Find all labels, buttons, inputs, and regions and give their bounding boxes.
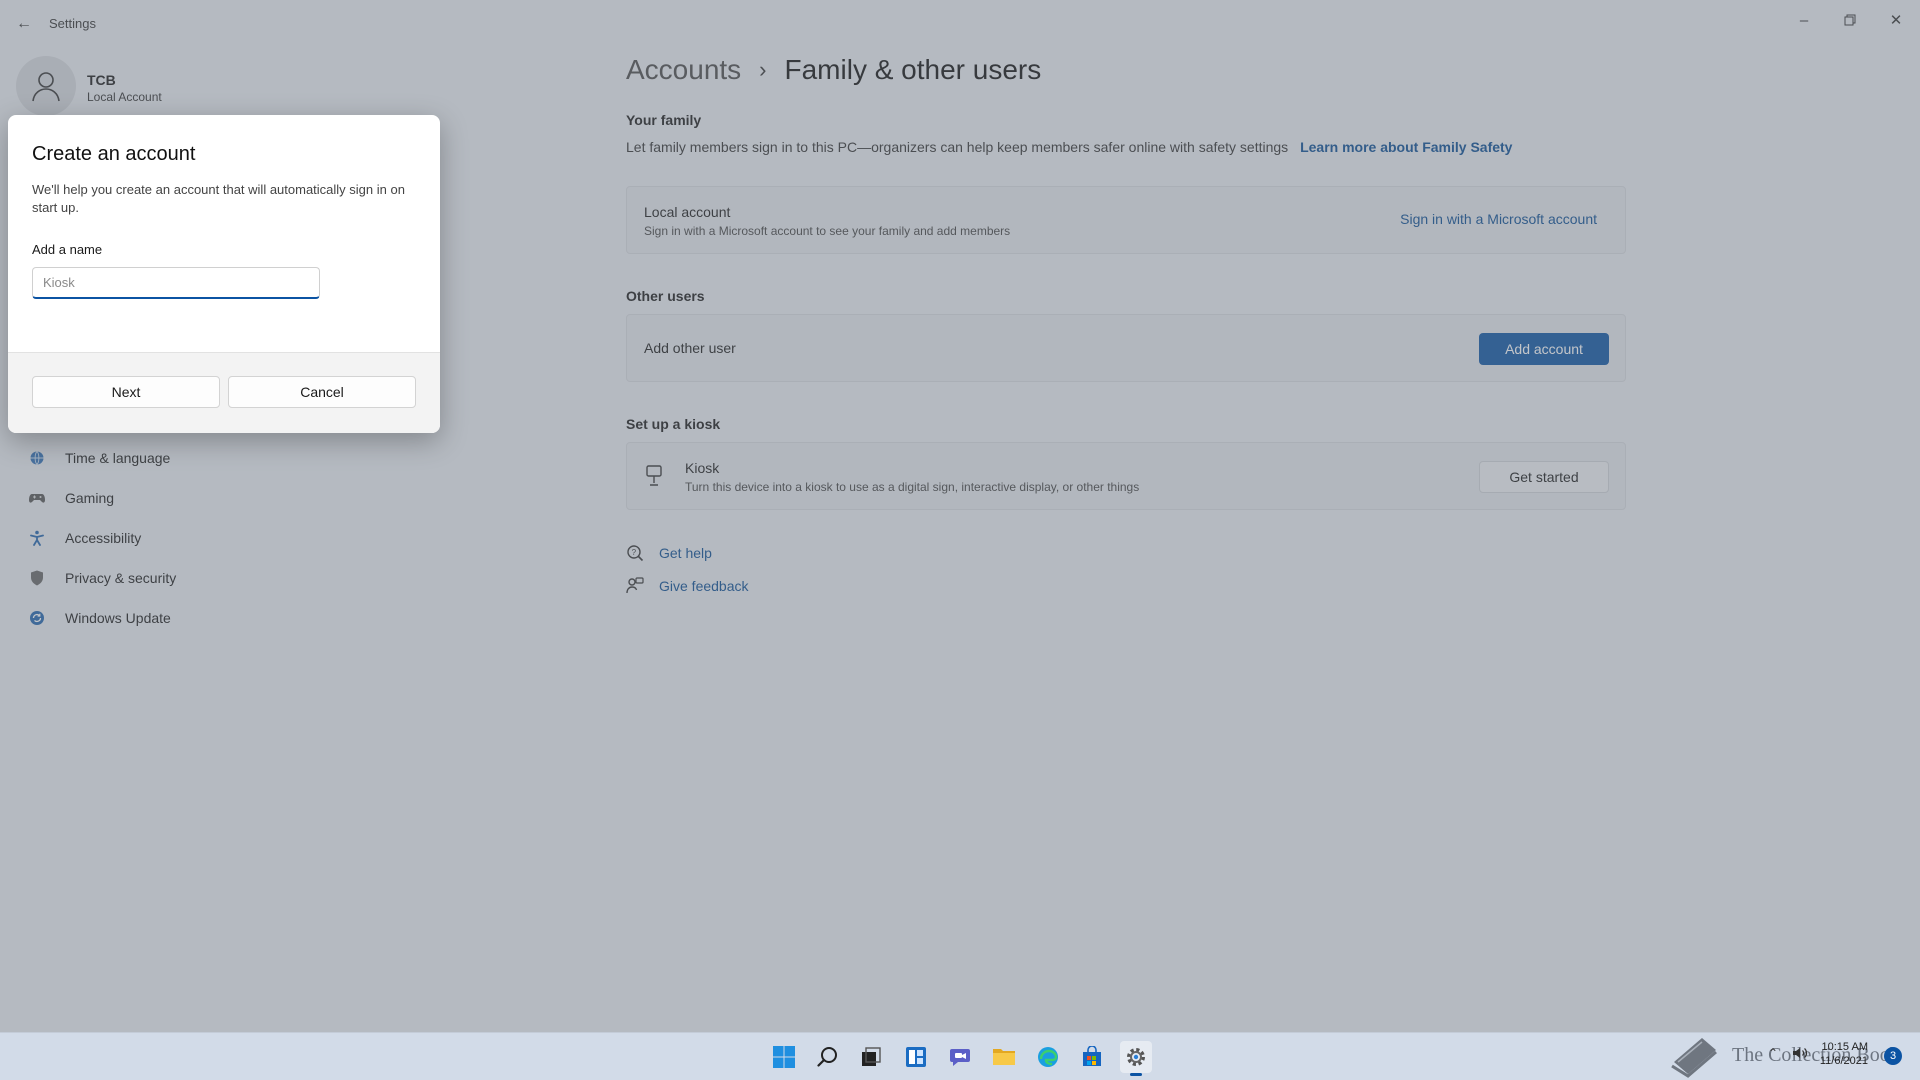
windows-logo-icon xyxy=(773,1046,795,1068)
taskbar-file-explorer-button[interactable] xyxy=(988,1041,1020,1073)
clock-date: 11/6/2021 xyxy=(1819,1055,1868,1067)
notification-badge[interactable]: 3 xyxy=(1884,1047,1902,1065)
search-icon xyxy=(817,1047,837,1067)
folder-icon xyxy=(993,1049,1015,1065)
taskbar-chat-button[interactable] xyxy=(944,1041,976,1073)
clock-time: 10:15 AM xyxy=(1821,1041,1868,1053)
taskbar-search-button[interactable] xyxy=(812,1041,844,1073)
taskbar-task-view-button[interactable] xyxy=(855,1041,887,1073)
chevron-up-icon[interactable]: ⌃ xyxy=(1768,1046,1778,1060)
taskbar-clock[interactable]: 10:15 AM 11/6/2021 xyxy=(1812,1040,1868,1068)
taskbar-settings-button[interactable] xyxy=(1120,1041,1152,1076)
dialog-title: Create an account xyxy=(32,143,196,165)
taskbar-start-button[interactable] xyxy=(768,1041,800,1073)
chat-icon xyxy=(950,1049,970,1066)
edge-icon xyxy=(1038,1047,1058,1067)
gear-icon xyxy=(1127,1048,1145,1066)
taskbar-store-button[interactable] xyxy=(1076,1041,1108,1073)
cancel-button[interactable]: Cancel xyxy=(228,376,416,408)
book-icon xyxy=(1671,1038,1717,1078)
taskbar-edge-button[interactable] xyxy=(1032,1041,1064,1073)
volume-icon[interactable] xyxy=(1792,1046,1808,1063)
dialog-description: We'll help you create an account that wi… xyxy=(32,182,405,215)
taskbar xyxy=(0,1032,1920,1080)
create-account-dialog: Create an account We'll help you create … xyxy=(8,115,440,433)
name-field-label: Add a name xyxy=(32,242,103,257)
store-icon xyxy=(1083,1046,1101,1066)
active-app-indicator xyxy=(1130,1073,1142,1076)
taskbar-widgets-button[interactable] xyxy=(900,1041,932,1073)
dialog-footer: Next Cancel xyxy=(8,352,440,433)
widgets-icon xyxy=(906,1047,926,1067)
next-button[interactable]: Next xyxy=(32,376,220,408)
name-input[interactable] xyxy=(32,267,320,299)
task-view-icon xyxy=(862,1047,881,1066)
